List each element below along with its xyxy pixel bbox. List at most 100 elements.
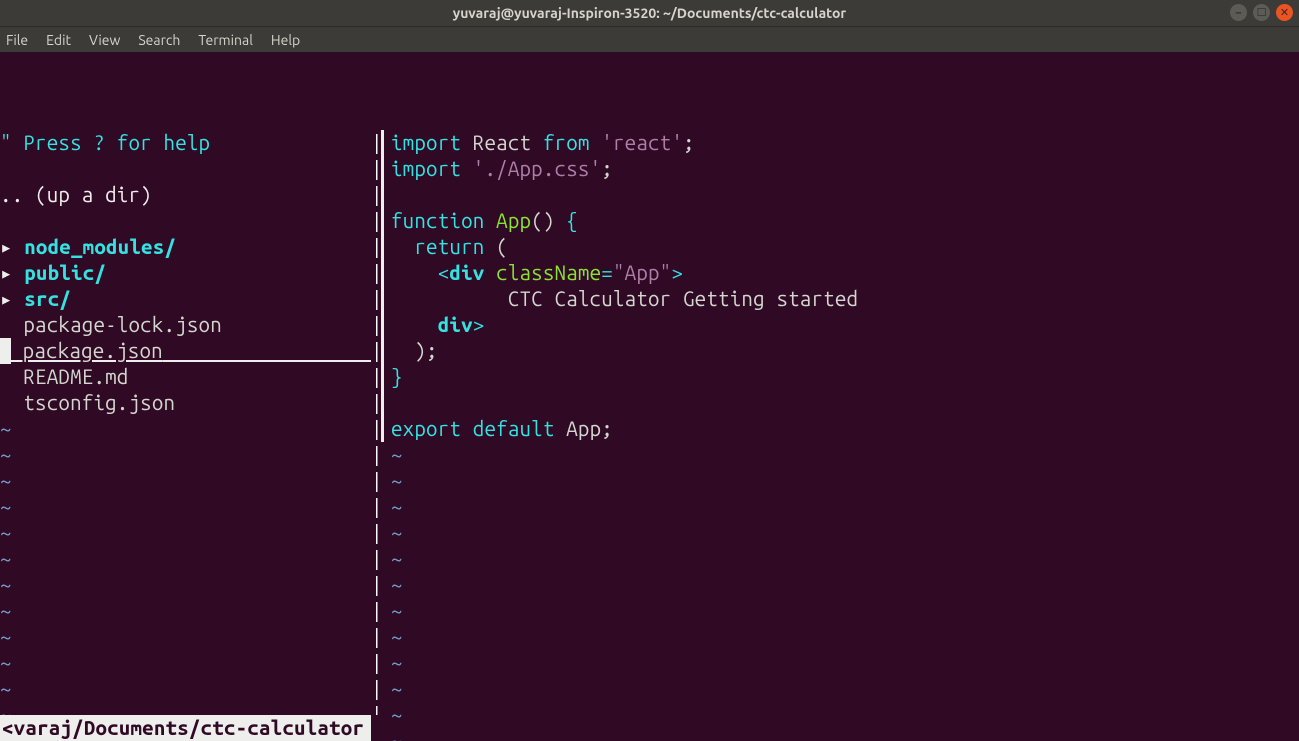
split-separator: | — [371, 520, 381, 546]
tilde-icon: ~ — [391, 521, 403, 544]
editor-line[interactable]: import './App.css'; — [391, 156, 1299, 182]
editor-line[interactable]: <div className="App"> — [391, 260, 1299, 286]
editor-cursorcolumn — [381, 208, 391, 234]
minimize-button[interactable]: – — [1230, 4, 1247, 21]
tilde-icon: ~ — [391, 651, 403, 674]
tilde-icon: ~ — [0, 547, 12, 570]
split-separator: | — [371, 130, 381, 156]
nerdtree-line: README.md — [0, 364, 371, 390]
terminal-area[interactable]: " Press ? for help | import React from 'r… — [0, 52, 1299, 741]
window-title: yuvaraj@yuvaraj-Inspiron-3520: ~/Documen… — [453, 5, 846, 21]
editor-line[interactable]: ~ — [391, 650, 1299, 676]
tree-dir[interactable]: public/ — [24, 261, 106, 284]
nerdtree-line: ~ — [0, 676, 371, 702]
split-separator: | — [371, 598, 381, 624]
tree-file[interactable]: README.md — [0, 365, 128, 388]
editor-line[interactable]: div> — [391, 312, 1299, 338]
split-separator: | — [371, 442, 381, 468]
editor-line[interactable]: ); — [391, 338, 1299, 364]
split-separator: | — [371, 494, 381, 520]
tree-file[interactable]: package-lock.json — [0, 313, 222, 336]
editor-cursorcolumn — [381, 676, 391, 702]
nerdtree-line: ~ — [0, 624, 371, 650]
status-right: src/App.tsx All 3,0-1 — [381, 715, 1299, 741]
editor-cursorcolumn — [381, 156, 391, 182]
nerdtree-line: ~ — [0, 572, 371, 598]
editor-cursorcolumn — [381, 624, 391, 650]
nerdtree-line: ▸ public/ — [0, 260, 371, 286]
tilde-icon: ~ — [391, 443, 403, 466]
split-separator: | — [371, 546, 381, 572]
editor-line[interactable]: function App() { — [391, 208, 1299, 234]
editor-line[interactable]: return ( — [391, 234, 1299, 260]
editor-line[interactable]: ~ — [391, 572, 1299, 598]
tree-file[interactable]: tsconfig.json — [0, 391, 175, 414]
split-separator: | — [371, 260, 381, 286]
split-separator: | — [371, 182, 381, 208]
tilde-icon: ~ — [391, 573, 403, 596]
status-left: <varaj/Documents/ctc-calculator — [0, 715, 371, 741]
split-separator: | — [371, 390, 381, 416]
editor-line[interactable]: export default App; — [391, 416, 1299, 442]
split-separator: | — [371, 624, 381, 650]
tree-dir[interactable]: src/ — [24, 287, 71, 310]
editor-line[interactable]: ~ — [391, 624, 1299, 650]
tilde-icon: ~ — [0, 521, 12, 544]
tilde-icon: ~ — [0, 417, 12, 440]
editor-line[interactable]: ~ — [391, 676, 1299, 702]
tilde-icon: ~ — [0, 443, 12, 466]
close-button[interactable]: ✕ — [1276, 4, 1293, 21]
maximize-button[interactable]: ☐ — [1253, 4, 1270, 21]
nerdtree-hint: " Press ? for help — [0, 131, 210, 154]
tilde-icon: ~ — [391, 547, 403, 570]
window-button-group: – ☐ ✕ — [1230, 4, 1293, 21]
editor-cursorcolumn — [381, 442, 391, 468]
menu-help[interactable]: Help — [271, 32, 300, 48]
editor-line[interactable]: ~ — [391, 442, 1299, 468]
menu-search[interactable]: Search — [138, 32, 180, 48]
tilde-icon: ~ — [391, 599, 403, 622]
nerdtree-line: tsconfig.json — [0, 390, 371, 416]
tree-dir[interactable]: node_modules/ — [24, 235, 176, 258]
editor-cursorcolumn — [381, 416, 391, 442]
editor-line[interactable]: ~ — [391, 468, 1299, 494]
editor-line[interactable]: import React from 'react'; — [391, 130, 1299, 156]
editor-line[interactable]: } — [391, 364, 1299, 390]
nerdtree-line: ~ — [0, 546, 371, 572]
nerdtree-line: ~ — [0, 598, 371, 624]
menu-edit[interactable]: Edit — [46, 32, 71, 48]
editor-line[interactable] — [391, 390, 1299, 416]
split-separator: | — [371, 234, 381, 260]
menu-terminal[interactable]: Terminal — [198, 32, 253, 48]
tree-file-selected[interactable]: package.json — [11, 339, 163, 362]
editor-line[interactable]: ~ — [391, 494, 1299, 520]
editor-cursorcolumn — [381, 260, 391, 286]
tilde-icon: ~ — [391, 469, 403, 492]
split-separator: | — [371, 312, 381, 338]
nerdtree-line: ~ — [0, 442, 371, 468]
editor-cursorcolumn — [381, 494, 391, 520]
editor-line[interactable]: ~ — [391, 598, 1299, 624]
editor-line[interactable]: ~ — [391, 546, 1299, 572]
split-separator: | — [371, 286, 381, 312]
editor-cursorcolumn — [381, 390, 391, 416]
nerdtree-line: ~ — [0, 650, 371, 676]
editor-cursorcolumn — [381, 546, 391, 572]
status-sep — [371, 715, 381, 741]
nerdtree-line: ~ — [0, 416, 371, 442]
editor-cursorcolumn — [381, 286, 391, 312]
split-separator: | — [371, 650, 381, 676]
editor-line[interactable]: CTC Calculator Getting started — [391, 286, 1299, 312]
editor-cursorcolumn — [381, 312, 391, 338]
editor-line[interactable] — [391, 182, 1299, 208]
split-separator: | — [371, 416, 381, 442]
editor-cursorcolumn — [381, 520, 391, 546]
nerdtree-line: ▸ src/ — [0, 286, 371, 312]
menu-view[interactable]: View — [89, 32, 120, 48]
nerdtree-line: package.json — [0, 338, 371, 364]
editor-cursorcolumn — [381, 130, 391, 156]
menu-file[interactable]: File — [6, 32, 28, 48]
split-separator: | — [371, 468, 381, 494]
editor-line[interactable]: ~ — [391, 520, 1299, 546]
nerdtree-up[interactable]: .. (up a dir) — [0, 183, 152, 206]
